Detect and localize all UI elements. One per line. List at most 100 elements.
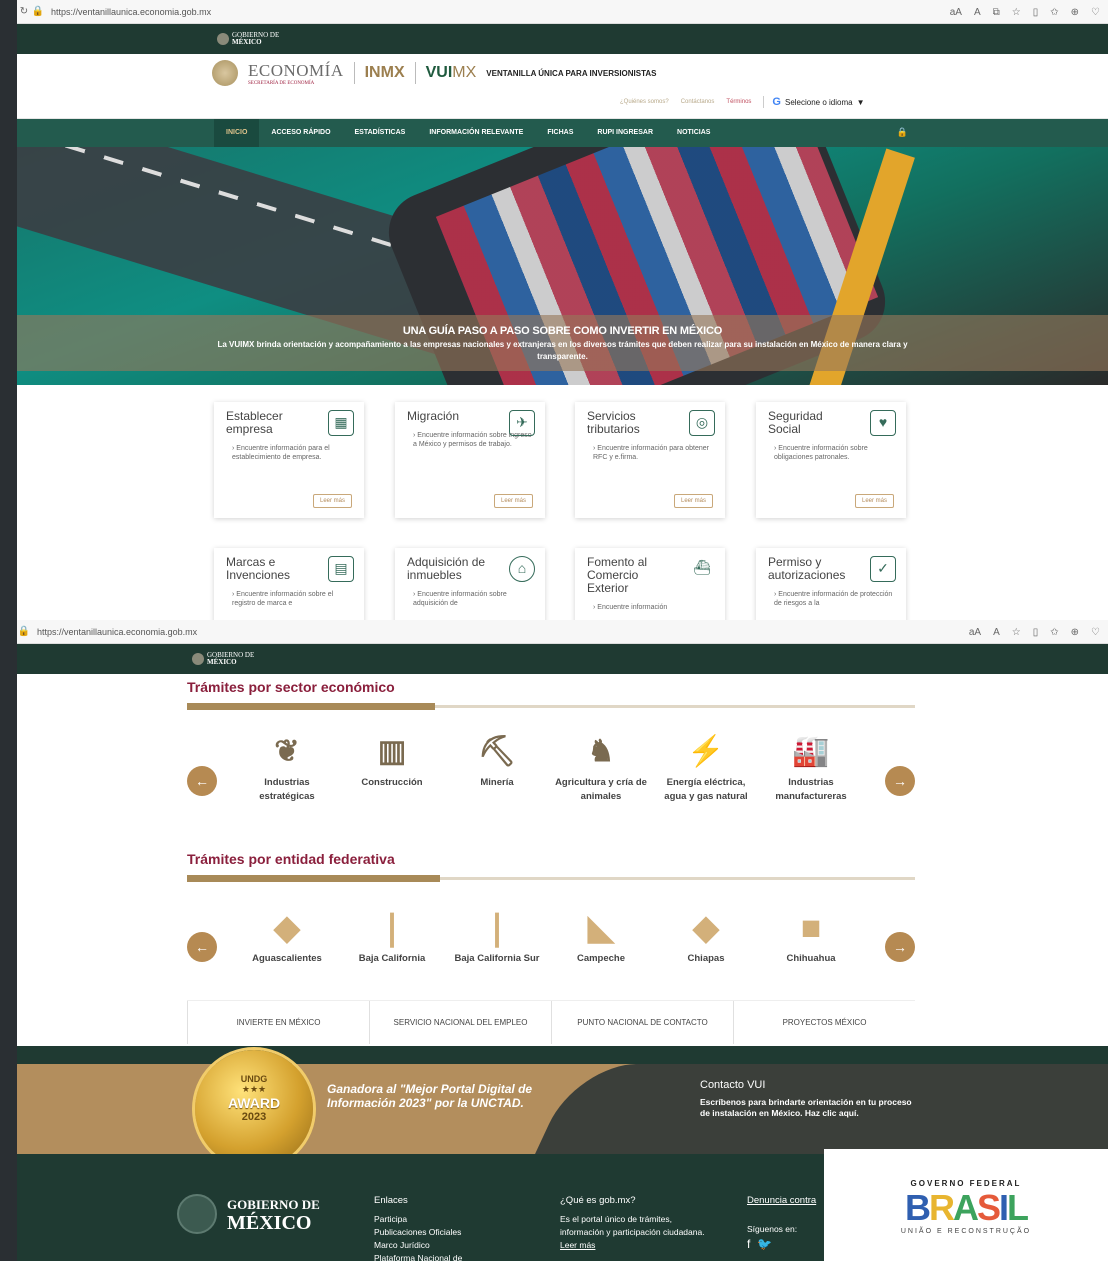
siguenos-label: Síguenos en: — [747, 1224, 798, 1234]
favorite-star-icon[interactable]: ☆ — [1012, 627, 1021, 638]
leer-mas-button[interactable]: Leer más — [673, 494, 713, 508]
card-fomento-comercio[interactable]: Fomento al Comercio Exterior ⛴ › Encuent… — [575, 548, 725, 620]
divider — [414, 62, 416, 84]
footer-enlaces: Enlaces Participa Publicaciones Oficiale… — [374, 1194, 462, 1261]
facebook-icon[interactable]: f — [747, 1237, 750, 1251]
nav-informacion-relevante[interactable]: INFORMACIÓN RELEVANTE — [417, 119, 535, 147]
browser-tools: aA A ☆ ▯ ✩ ⊕ ♡ — [969, 620, 1100, 644]
text-size-icon[interactable]: A — [993, 627, 1000, 638]
header-links: ¿Quiénes somos? Contáctanos Términos G S… — [620, 96, 865, 108]
language-select[interactable]: G Selecione o idioma ▼ — [763, 96, 865, 108]
state-label: Baja California — [358, 953, 426, 964]
economia-logo[interactable]: ECONOMÍA SECRETARÍA DE ECONOMÍA — [248, 61, 344, 86]
nav-noticias[interactable]: NOTICIAS — [665, 119, 722, 147]
terminos-link[interactable]: Términos — [726, 99, 751, 105]
card-marcas-invenciones[interactable]: Marcas e Invenciones ▤ › Encuentre infor… — [214, 548, 364, 620]
card-text: › Encuentre información sobre el registr… — [232, 591, 334, 607]
browser-essentials-icon[interactable]: ♡ — [1091, 627, 1100, 638]
favorites-icon[interactable]: ✩ — [1050, 7, 1058, 18]
nav-fichas[interactable]: FICHAS — [535, 119, 585, 147]
footer-link[interactable]: Participa — [374, 1213, 462, 1226]
entidad-divider — [187, 875, 915, 882]
inmx-logo[interactable]: INMX — [365, 64, 405, 82]
read-aloud-icon[interactable]: aA — [969, 627, 981, 638]
nav-inicio[interactable]: INICIO — [214, 119, 260, 147]
browser-essentials-icon[interactable]: ♡ — [1091, 7, 1100, 18]
split-view-icon[interactable]: ▯ — [1033, 627, 1039, 638]
sector-item[interactable]: 🏭 Industrias manufactureras — [761, 732, 861, 804]
favorite-star-icon[interactable]: ☆ — [1012, 7, 1021, 18]
external-links: INVIERTE EN MÉXICO SERVICIO NACIONAL DEL… — [187, 1000, 915, 1044]
leer-mas-button[interactable]: Leer más — [312, 494, 352, 508]
sector-item-label: Minería — [480, 777, 514, 788]
building-icon: ▥ — [377, 735, 407, 768]
split-view-icon[interactable]: ▯ — [1033, 7, 1039, 18]
contact-text: Escríbenos para brindarte orientación en… — [700, 1097, 912, 1118]
sector-item[interactable]: ▥ Construcción — [342, 732, 442, 790]
text-size-icon[interactable]: A — [974, 7, 981, 18]
entidad-next-button[interactable]: → — [885, 932, 915, 962]
read-aloud-icon[interactable]: aA — [950, 7, 962, 18]
denuncia-link[interactable]: Denuncia contra — [747, 1194, 816, 1207]
bird-icon: ✈ — [509, 410, 535, 436]
dark-band — [17, 1046, 1108, 1064]
footer-link[interactable]: Plataforma Nacional de — [374, 1252, 462, 1261]
sector-next-button[interactable]: → — [885, 766, 915, 796]
contact-vui[interactable]: Contacto VUI Escríbenos para brindarte o… — [700, 1079, 920, 1119]
gob-mx-logo[interactable]: GOBIERNO DE MÉXICO — [192, 652, 254, 666]
sector-item[interactable]: ♞ Agricultura y cría de animales — [551, 732, 651, 804]
address-bar[interactable]: https://ventanillaunica.economia.gob.mx — [51, 7, 211, 17]
footer-gob-logo[interactable]: GOBIERNO DE MÉXICO — [177, 1194, 320, 1234]
collections-icon[interactable]: ⊕ — [1071, 7, 1079, 18]
nav-rupi-ingresar[interactable]: RUPI INGRESAR — [585, 119, 665, 147]
card-text-body: Encuentre información para obtener RFC y… — [593, 445, 709, 461]
card-title: Marcas e Invenciones — [226, 555, 291, 582]
footer-link[interactable]: Publicaciones Oficiales — [374, 1226, 462, 1239]
extension-icon[interactable]: ⧉ — [993, 7, 1000, 18]
card-servicios-tributarios[interactable]: Servicios tributarios ◎ › Encuentre info… — [575, 402, 725, 518]
brasil-letter: A — [952, 1187, 979, 1228]
state-map-icon: ◆ — [692, 909, 720, 947]
punto-contacto-link[interactable]: PUNTO NACIONAL DE CONTACTO — [551, 1001, 733, 1044]
vuimx-logo[interactable]: VUIMX — [426, 64, 477, 82]
card-text: › Encuentre información sobre adquisició… — [413, 591, 507, 607]
state-item[interactable]: ◣ Campeche — [551, 908, 651, 966]
sector-item[interactable]: ⚡ Energía eléctrica, agua y gas natural — [656, 732, 756, 804]
leer-mas-button[interactable]: Leer más — [854, 494, 894, 508]
card-seguridad-social[interactable]: Seguridad Social ♥ › Encuentre informaci… — [756, 402, 906, 518]
state-item[interactable]: ◆ Chiapas — [656, 908, 756, 966]
sector-item[interactable]: ⛏ Minería — [447, 732, 547, 790]
footer-link[interactable]: Marco Jurídico — [374, 1239, 462, 1252]
proyectos-link[interactable]: PROYECTOS MÉXICO — [733, 1001, 915, 1044]
gob-mx-logo[interactable]: GOBIERNO DE MÉXICO — [217, 32, 279, 46]
sector-item[interactable]: ❦ Industrias estratégicas — [237, 732, 337, 804]
brasil-letter: L — [1007, 1187, 1029, 1228]
address-bar[interactable]: https://ventanillaunica.economia.gob.mx — [37, 627, 197, 637]
reload-icon[interactable]: ↻ — [17, 6, 31, 17]
state-item[interactable]: ◆ Aguascalientes — [237, 908, 337, 966]
nav-estadisticas[interactable]: ESTADÍSTICAS — [343, 119, 418, 147]
state-item[interactable]: ■ Chihuahua — [761, 908, 861, 966]
favorites-icon[interactable]: ✩ — [1050, 627, 1058, 638]
card-adquisicion-inmuebles[interactable]: Adquisición de inmuebles ⌂ › Encuentre i… — [395, 548, 545, 620]
nav-acceso-rapido[interactable]: ACCESO RÁPIDO — [259, 119, 342, 147]
invierte-link[interactable]: INVIERTE EN MÉXICO — [187, 1001, 369, 1044]
lock-icon[interactable]: 🔒 — [17, 626, 31, 637]
twitter-icon[interactable]: 🐦 — [757, 1237, 772, 1251]
card-migracion[interactable]: Migración ✈ › Encuentre información sobr… — [395, 402, 545, 518]
lock-icon[interactable]: 🔒 — [897, 127, 908, 138]
servicio-empleo-link[interactable]: SERVICIO NACIONAL DEL EMPLEO — [369, 1001, 551, 1044]
quienes-link[interactable]: ¿Quiénes somos? — [620, 99, 669, 105]
state-item[interactable]: ❘ Baja California Sur — [447, 908, 547, 966]
collections-icon[interactable]: ⊕ — [1071, 627, 1079, 638]
leer-mas-link[interactable]: Leer más — [560, 1240, 595, 1250]
card-permiso-autorizaciones[interactable]: Permiso y autorizaciones ✓ › Encuentre i… — [756, 548, 906, 620]
state-item[interactable]: ❘ Baja California — [342, 908, 442, 966]
leer-mas-button[interactable]: Leer más — [493, 494, 533, 508]
sector-prev-button[interactable]: ← — [187, 766, 217, 796]
lock-icon[interactable]: 🔒 — [31, 6, 45, 17]
card-establecer-empresa[interactable]: Establecer empresa ▦ › Encuentre informa… — [214, 402, 364, 518]
entidad-prev-button[interactable]: ← — [187, 932, 217, 962]
contactanos-link[interactable]: Contáctanos — [681, 99, 715, 105]
medal-undg: UNDG — [240, 1074, 268, 1084]
